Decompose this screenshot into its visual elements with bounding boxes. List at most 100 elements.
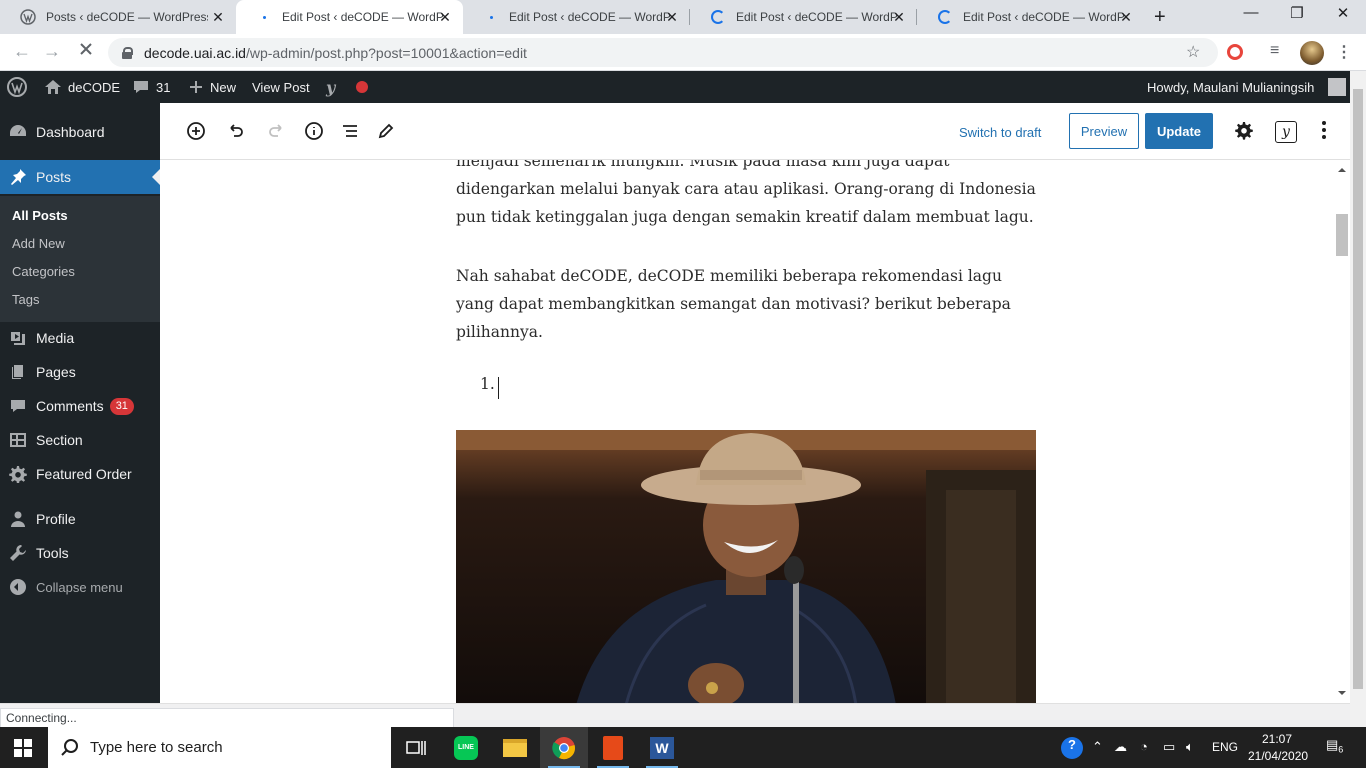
tab-title: Edit Post ‹ deCODE — WordPress xyxy=(963,10,1125,24)
redo-icon[interactable] xyxy=(264,119,288,143)
update-button[interactable]: Update xyxy=(1145,113,1213,149)
file-explorer-icon[interactable] xyxy=(491,727,539,768)
paragraph-block[interactable]: menjadi semenarik mungkin. Musik pada ma… xyxy=(456,160,1036,231)
block-navigation-icon[interactable] xyxy=(338,119,362,143)
chrome-app-icon[interactable] xyxy=(540,727,588,768)
sidebar-item-tools[interactable]: Tools xyxy=(0,536,160,570)
address-bar[interactable]: decode.uai.ac.id/wp-admin/post.php?post=… xyxy=(108,38,1218,67)
sidebar-item-label: Collapse menu xyxy=(36,579,123,595)
yoast-icon[interactable]: y xyxy=(326,71,335,103)
wp-admin-bar: deCODE 31 New View Post y Howdy, Maulani… xyxy=(0,71,1350,103)
switch-to-draft-button[interactable]: Switch to draft xyxy=(959,125,1041,140)
sidebar-item-label: Profile xyxy=(36,511,76,527)
howdy-user-menu[interactable]: Howdy, Maulani Mulianingsih xyxy=(1147,71,1347,103)
clock-date[interactable]: 21/04/2020 xyxy=(1248,749,1308,763)
dashboard-icon xyxy=(8,122,28,142)
submenu-all-posts[interactable]: All Posts xyxy=(12,208,68,223)
tab-title: Edit Post ‹ deCODE — WordPress xyxy=(509,10,671,24)
new-label: New xyxy=(210,79,237,95)
posts-submenu: All Posts Add New Categories Tags xyxy=(0,196,160,322)
comment-icon xyxy=(134,81,148,93)
comments-link[interactable]: 31 xyxy=(132,71,170,103)
close-tab-icon[interactable]: ✕ xyxy=(210,9,226,26)
minimize-icon[interactable]: — xyxy=(1228,4,1274,21)
sidebar-item-profile[interactable]: Profile xyxy=(0,502,160,536)
browser-tab[interactable]: Edit Post ‹ deCODE — WordPress ✕ xyxy=(463,0,690,34)
close-window-icon[interactable]: ✕ xyxy=(1320,4,1366,22)
loading-dot-icon xyxy=(483,9,499,25)
line-app-icon[interactable]: LINE xyxy=(442,727,490,768)
editor-scrollbar[interactable] xyxy=(1334,160,1350,703)
submenu-tags[interactable]: Tags xyxy=(12,292,39,307)
battery-icon[interactable]: ▭ xyxy=(1163,739,1175,755)
profile-avatar[interactable] xyxy=(1300,41,1324,65)
word-app-icon[interactable]: W xyxy=(638,727,686,768)
volume-icon[interactable]: 🔈︎ xyxy=(1186,739,1194,755)
yoast-seo-icon[interactable]: y xyxy=(1275,121,1297,143)
language-indicator[interactable]: ENG xyxy=(1212,740,1238,754)
image-block[interactable] xyxy=(456,430,1036,703)
collapse-menu-button[interactable]: Collapse menu xyxy=(0,570,160,604)
add-block-plus-icon[interactable] xyxy=(184,119,208,143)
media-playlist-icon[interactable]: ≡ xyxy=(1270,42,1279,60)
extension-icon[interactable] xyxy=(1227,44,1243,60)
sidebar-item-pages[interactable]: Pages xyxy=(0,355,160,389)
url-host: decode.uai.ac.id xyxy=(144,44,246,61)
sidebar-item-label: Pages xyxy=(36,364,76,380)
wordpress-logo-icon[interactable] xyxy=(7,71,27,103)
singer-photo xyxy=(456,430,1036,703)
paragraph-block[interactable]: Nah sahabat deCODE, deCODE memiliki bebe… xyxy=(456,262,1036,346)
back-arrow-icon[interactable]: ← xyxy=(10,41,34,62)
howdy-text: Howdy, Maulani Mulianingsih xyxy=(1147,79,1315,95)
sidebar-item-section[interactable]: Section xyxy=(0,423,160,457)
taskbar-search-box[interactable]: Type here to search xyxy=(48,727,391,768)
editor-header-toolbar: Switch to draft Preview Update y xyxy=(160,103,1350,160)
browser-tab[interactable]: Edit Post ‹ deCODE — WordPress ✕ xyxy=(917,0,1144,34)
notification-center-icon[interactable]: ▤6 xyxy=(1326,737,1343,755)
submenu-categories[interactable]: Categories xyxy=(12,264,75,279)
sidebar-item-label: Featured Order xyxy=(36,466,132,482)
bookmark-star-icon[interactable]: ☆ xyxy=(1186,42,1200,62)
sidebar-item-comments[interactable]: Comments 31 xyxy=(0,389,160,423)
clock-time[interactable]: 21:07 xyxy=(1262,732,1292,746)
stop-loading-icon[interactable] xyxy=(74,39,98,64)
restore-icon[interactable]: ❐ xyxy=(1274,4,1320,22)
close-tab-icon[interactable]: ✕ xyxy=(1118,9,1134,26)
site-name: deCODE xyxy=(68,79,121,95)
info-icon[interactable] xyxy=(302,119,326,143)
browser-tab-active[interactable]: Edit Post ‹ deCODE — WordPress ✕ xyxy=(236,0,463,34)
chevron-up-icon[interactable]: ⌃ xyxy=(1092,739,1103,755)
cloud-icon[interactable]: ☁ xyxy=(1114,739,1127,755)
task-view-icon[interactable] xyxy=(392,727,440,768)
sidebar-item-media[interactable]: Media xyxy=(0,321,160,355)
edit-pencil-icon[interactable] xyxy=(374,119,398,143)
undo-icon[interactable] xyxy=(224,119,248,143)
close-tab-icon[interactable]: ✕ xyxy=(664,9,680,26)
preview-button[interactable]: Preview xyxy=(1069,113,1139,149)
new-tab-plus-icon[interactable]: + xyxy=(1154,6,1166,29)
submenu-add-new[interactable]: Add New xyxy=(12,236,65,251)
site-name-link[interactable]: deCODE xyxy=(44,71,120,103)
sidebar-item-posts[interactable]: Posts xyxy=(0,160,160,194)
new-content-link[interactable]: New xyxy=(188,71,236,103)
lock-icon[interactable] xyxy=(122,46,133,59)
browser-tab-strip: Posts ‹ deCODE — WordPress ✕ Edit Post ‹… xyxy=(0,0,1366,34)
close-tab-icon[interactable]: ✕ xyxy=(437,9,453,26)
view-post-link[interactable]: View Post xyxy=(252,71,310,103)
page-scrollbar[interactable] xyxy=(1350,71,1366,727)
browser-tab[interactable]: Posts ‹ deCODE — WordPress ✕ xyxy=(0,0,236,34)
settings-gear-icon[interactable] xyxy=(1232,119,1256,143)
help-question-icon[interactable]: ? xyxy=(1061,737,1083,759)
browser-menu-icon[interactable]: ⋮ xyxy=(1336,42,1352,62)
forward-arrow-icon[interactable]: → xyxy=(40,41,64,62)
windows-start-icon[interactable] xyxy=(14,739,32,757)
list-item-number: 1. xyxy=(480,375,495,393)
wifi-icon[interactable]: ◔ xyxy=(1140,739,1148,754)
office-app-icon[interactable] xyxy=(589,727,637,768)
close-tab-icon[interactable]: ✕ xyxy=(891,9,907,26)
sidebar-item-featured-order[interactable]: Featured Order xyxy=(0,457,160,491)
browser-tab[interactable]: Edit Post ‹ deCODE — WordPress ✕ xyxy=(690,0,917,34)
loading-spinner-icon xyxy=(710,9,726,25)
more-options-icon[interactable] xyxy=(1318,121,1330,139)
sidebar-item-dashboard[interactable]: Dashboard xyxy=(0,115,160,149)
